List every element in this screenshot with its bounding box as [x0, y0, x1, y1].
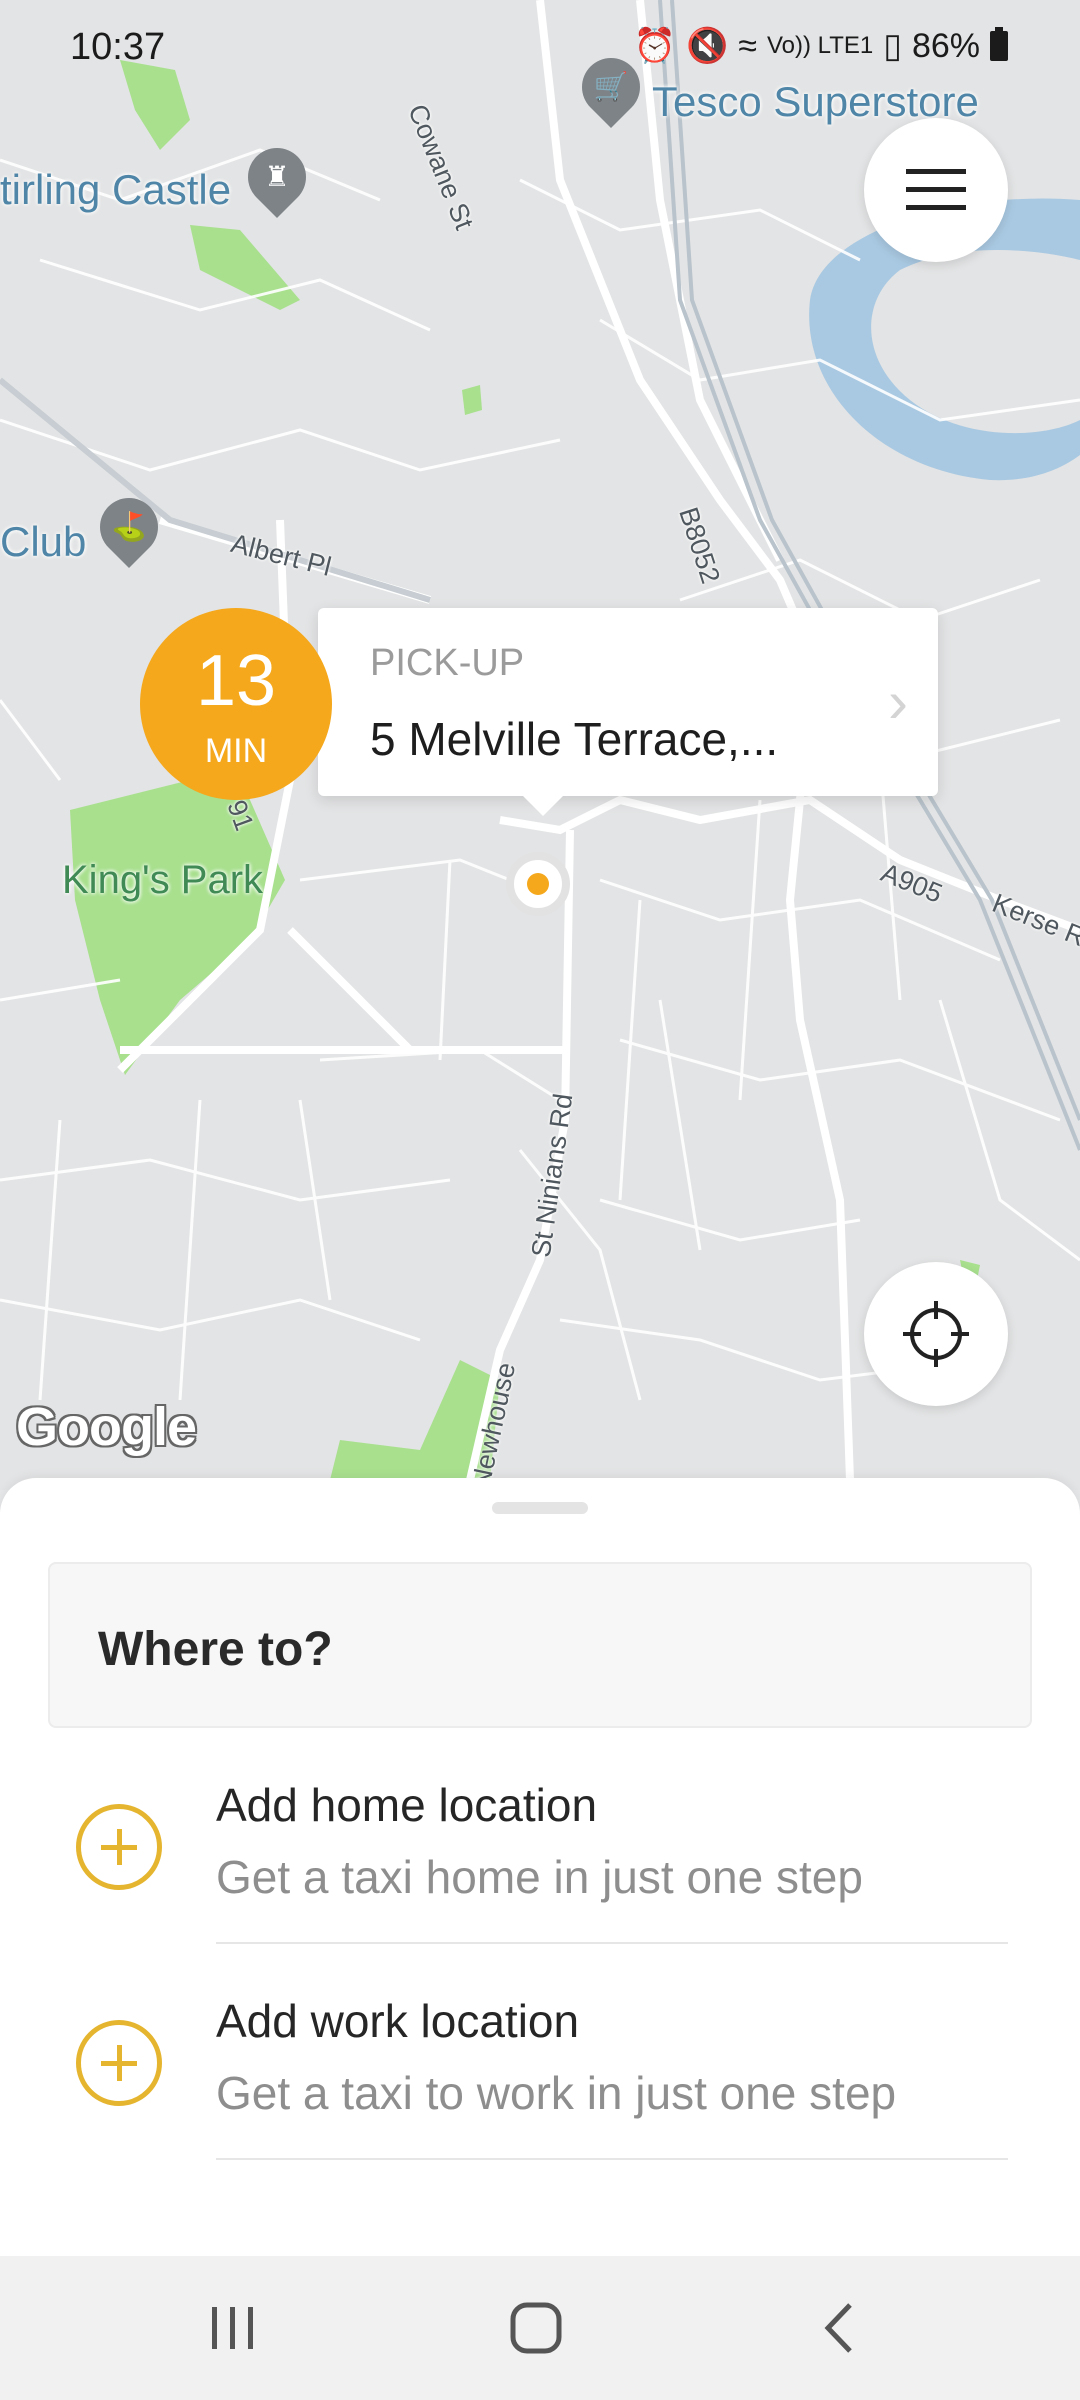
recent-apps-icon [212, 2307, 253, 2349]
eta-badge: 13 MIN [140, 608, 332, 800]
recent-apps-button[interactable] [193, 2288, 273, 2368]
mute-icon: 🔇 [685, 27, 729, 65]
eta-unit: MIN [204, 732, 268, 770]
alarm-icon: ⏰ [633, 27, 676, 65]
crosshair-icon [903, 1301, 969, 1367]
google-attribution: Google [16, 1397, 197, 1457]
battery-icon [990, 27, 1008, 61]
menu-button[interactable] [864, 118, 1008, 262]
shortcut-subtitle: Get a taxi home in just one step [216, 1851, 863, 1903]
signal-icon: ▯ [883, 27, 902, 65]
pickup-location-pin[interactable] [506, 852, 570, 916]
system-nav-bar [0, 2256, 1080, 2400]
search-placeholder: Where to? [98, 1623, 333, 1676]
map-view[interactable]: 🛒 Tesco Superstore ♜ tirling Castle ⛳ Cl… [0, 0, 1080, 1490]
status-icons: ⏰ 🔇 ≈ Vo)) LTE1 ▯ 86% [634, 26, 1008, 66]
bottom-sheet: Where to? Add home location Get a taxi h… [0, 1478, 1080, 2256]
plus-circle-icon [76, 1804, 162, 1890]
home-button[interactable] [496, 2288, 576, 2368]
wifi-icon: ≈ [738, 26, 757, 65]
home-icon [510, 2302, 562, 2354]
chevron-right-icon: › [888, 668, 908, 735]
divider [216, 1942, 1008, 1944]
status-time: 10:37 [70, 26, 166, 68]
add-work-location-item[interactable]: Add work location Get a taxi to work in … [0, 1994, 1080, 2204]
poi-label-club[interactable]: Club [0, 518, 86, 566]
shortcut-title: Add home location [216, 1779, 598, 1831]
destination-search-input[interactable]: Where to? [48, 1562, 1032, 1728]
status-bar: 10:37 ⏰ 🔇 ≈ Vo)) LTE1 ▯ 86% [0, 0, 1080, 100]
pickup-card[interactable]: PICK-UP 5 Melville Terrace,... › [318, 608, 938, 816]
golf-icon[interactable]: ⛳ [87, 485, 171, 569]
shortcut-title: Add work location [216, 1995, 580, 2047]
divider [216, 2158, 1008, 2160]
shortcut-subtitle: Get a taxi to work in just one step [216, 2067, 897, 2119]
locate-me-button[interactable] [864, 1262, 1008, 1406]
back-icon [824, 2303, 852, 2353]
hamburger-menu-icon [906, 169, 966, 210]
poi-label-castle[interactable]: tirling Castle [0, 166, 231, 214]
pickup-label: PICK-UP [370, 642, 525, 684]
battery-percent: 86% [911, 26, 980, 65]
back-button[interactable] [800, 2288, 880, 2368]
plus-circle-icon [76, 2020, 162, 2106]
eta-value: 13 [195, 641, 277, 721]
park-label-kings-park: King's Park [62, 858, 264, 902]
network-label: Vo)) LTE1 [766, 32, 874, 59]
drag-handle[interactable] [492, 1502, 588, 1514]
pickup-address: 5 Melville Terrace,... [370, 713, 779, 765]
castle-icon[interactable]: ♜ [235, 135, 319, 219]
add-home-location-item[interactable]: Add home location Get a taxi home in jus… [0, 1778, 1080, 1988]
